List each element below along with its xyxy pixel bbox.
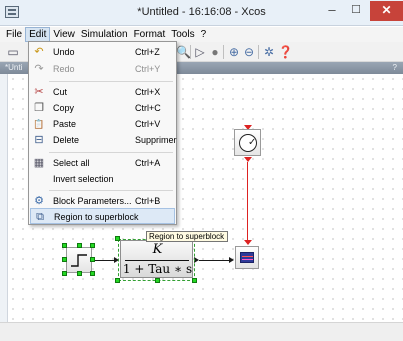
tf-denominator: 1 + Tau ∗ s — [122, 262, 193, 276]
title-bar: *Untitled - 16:16:08 - Xcos – ☐ ✕ — [0, 0, 403, 26]
zoom-in-icon[interactable]: ⊕ — [227, 45, 241, 59]
menu-tools[interactable]: Tools — [168, 27, 197, 42]
menu-bar: File Edit View Simulation Format Tools ? — [0, 27, 403, 42]
menu-item-shortcut: Supprimer — [135, 135, 177, 145]
menu-item-label: Cut — [53, 87, 68, 97]
scope-icon — [240, 252, 254, 263]
scope-event-input-port[interactable] — [244, 240, 252, 245]
help-icon[interactable]: ❓ — [278, 45, 293, 59]
clock-output-port[interactable] — [244, 157, 252, 162]
undo-icon: ↶ — [34, 46, 44, 58]
menu-item-region-to-superblock[interactable]: ⧉ Region to superblock — [30, 208, 175, 224]
toolbar-separator — [258, 45, 259, 59]
menu-item-label: Copy — [53, 103, 75, 113]
diagram-tab[interactable]: *Unti — [5, 62, 22, 74]
menu-item-shortcut: Ctrl+A — [135, 158, 161, 168]
scope-block[interactable] — [235, 246, 259, 269]
edit-menu-dropdown: ↶ Undo Ctrl+Z ↷ Redo Ctrl+Y ✂ Cut Ctrl+X… — [28, 41, 177, 225]
selection-handle[interactable] — [115, 278, 120, 283]
selection-handle[interactable] — [155, 278, 160, 283]
scissors-icon: ✂ — [34, 86, 44, 98]
menu-item-label: Delete — [53, 135, 80, 145]
select-all-icon: ▦ — [33, 157, 45, 169]
selection-handle[interactable] — [62, 243, 67, 248]
toolbar-separator — [190, 45, 191, 59]
selection-handle[interactable] — [77, 271, 82, 276]
selection-handle[interactable] — [115, 236, 120, 241]
menu-simulation[interactable]: Simulation — [78, 27, 131, 42]
minimize-button[interactable]: – — [321, 2, 343, 20]
selection-handle[interactable] — [192, 278, 197, 283]
clock-icon: ✓ — [239, 134, 257, 152]
copy-icon: ❐ — [34, 102, 44, 114]
event-link[interactable] — [247, 162, 248, 242]
zoom-out-icon[interactable]: ⊖ — [242, 45, 256, 59]
menu-format[interactable]: Format — [131, 27, 169, 42]
menu-item-undo[interactable]: ↶ Undo Ctrl+Z — [30, 44, 175, 60]
transfer-function-block[interactable]: K 1 + Tau ∗ s — [120, 240, 193, 278]
signal-link[interactable] — [199, 260, 229, 261]
menu-item-shortcut: Ctrl+Y — [135, 64, 161, 74]
close-button[interactable]: ✕ — [370, 1, 403, 21]
gear-icon: ⚙ — [34, 195, 44, 207]
menu-item-delete[interactable]: ⊟ Delete Supprimer — [30, 132, 177, 148]
menu-item-label: Select all — [53, 158, 90, 168]
menu-item-shortcut: Ctrl+C — [135, 103, 161, 113]
menu-help[interactable]: ? — [198, 27, 210, 42]
selection-handle[interactable] — [90, 271, 95, 276]
scope-input-port[interactable] — [229, 257, 234, 263]
zoom-icon[interactable]: 🔍 — [176, 45, 191, 59]
maximize-button[interactable]: ☐ — [345, 2, 367, 20]
menu-item-label: Paste — [53, 119, 77, 129]
menu-item-shortcut: Ctrl+V — [135, 119, 161, 129]
menu-item-paste[interactable]: 📋 Paste Ctrl+V — [30, 116, 175, 132]
tf-numerator: K — [152, 242, 163, 257]
redo-icon: ↷ — [34, 63, 44, 75]
menu-item-invert-selection[interactable]: Invert selection — [30, 171, 175, 187]
selection-handle[interactable] — [62, 271, 67, 276]
menu-item-copy[interactable]: ❐ Copy Ctrl+C — [30, 100, 175, 116]
menu-separator — [49, 190, 173, 191]
scope-trace — [242, 256, 253, 260]
menu-separator — [49, 152, 173, 153]
tab-help-button[interactable]: ? — [393, 62, 397, 74]
menu-item-label: Invert selection — [53, 174, 114, 184]
menu-separator — [49, 81, 173, 82]
palette-icon[interactable]: ✲ — [262, 45, 276, 59]
paste-icon: 📋 — [33, 119, 45, 129]
tooltip: Region to superblock — [146, 231, 228, 242]
start-icon[interactable]: ▷ — [193, 45, 207, 59]
selection-handle[interactable] — [62, 257, 67, 262]
step-function-icon — [71, 254, 87, 267]
stop-icon[interactable]: ● — [208, 45, 222, 59]
menu-item-cut[interactable]: ✂ Cut Ctrl+X — [30, 84, 175, 100]
menu-item-shortcut: Ctrl+X — [135, 87, 161, 97]
menu-item-label: Block Parameters... — [53, 196, 132, 206]
selection-handle[interactable] — [90, 243, 95, 248]
signal-link[interactable] — [95, 260, 115, 261]
clock-block[interactable]: ✓ — [234, 129, 261, 156]
status-bar — [0, 322, 403, 341]
menu-item-shortcut: Ctrl+B — [135, 196, 161, 206]
delete-icon: ⊟ — [34, 134, 44, 146]
toolbar-separator — [223, 45, 224, 59]
menu-edit[interactable]: Edit — [25, 27, 51, 42]
menu-item-block-parameters[interactable]: ⚙ Block Parameters... Ctrl+B — [30, 193, 175, 209]
menu-item-shortcut: Ctrl+Z — [135, 47, 160, 57]
new-diagram-icon[interactable]: ▭ — [6, 45, 20, 59]
superblock-icon: ⧉ — [36, 211, 44, 223]
canvas-left-ruler — [0, 74, 8, 322]
menu-item-label: Redo — [53, 64, 75, 74]
menu-view[interactable]: View — [50, 27, 78, 42]
step-block[interactable] — [66, 247, 92, 273]
menu-file[interactable]: File — [3, 27, 25, 42]
menu-item-select-all[interactable]: ▦ Select all Ctrl+A — [30, 155, 175, 171]
menu-item-label: Undo — [53, 47, 75, 57]
selection-handle[interactable] — [77, 243, 82, 248]
menu-item-label: Region to superblock — [54, 212, 139, 222]
menu-item-redo[interactable]: ↷ Redo Ctrl+Y — [30, 61, 175, 77]
clock-hands: ✓ — [248, 137, 257, 148]
